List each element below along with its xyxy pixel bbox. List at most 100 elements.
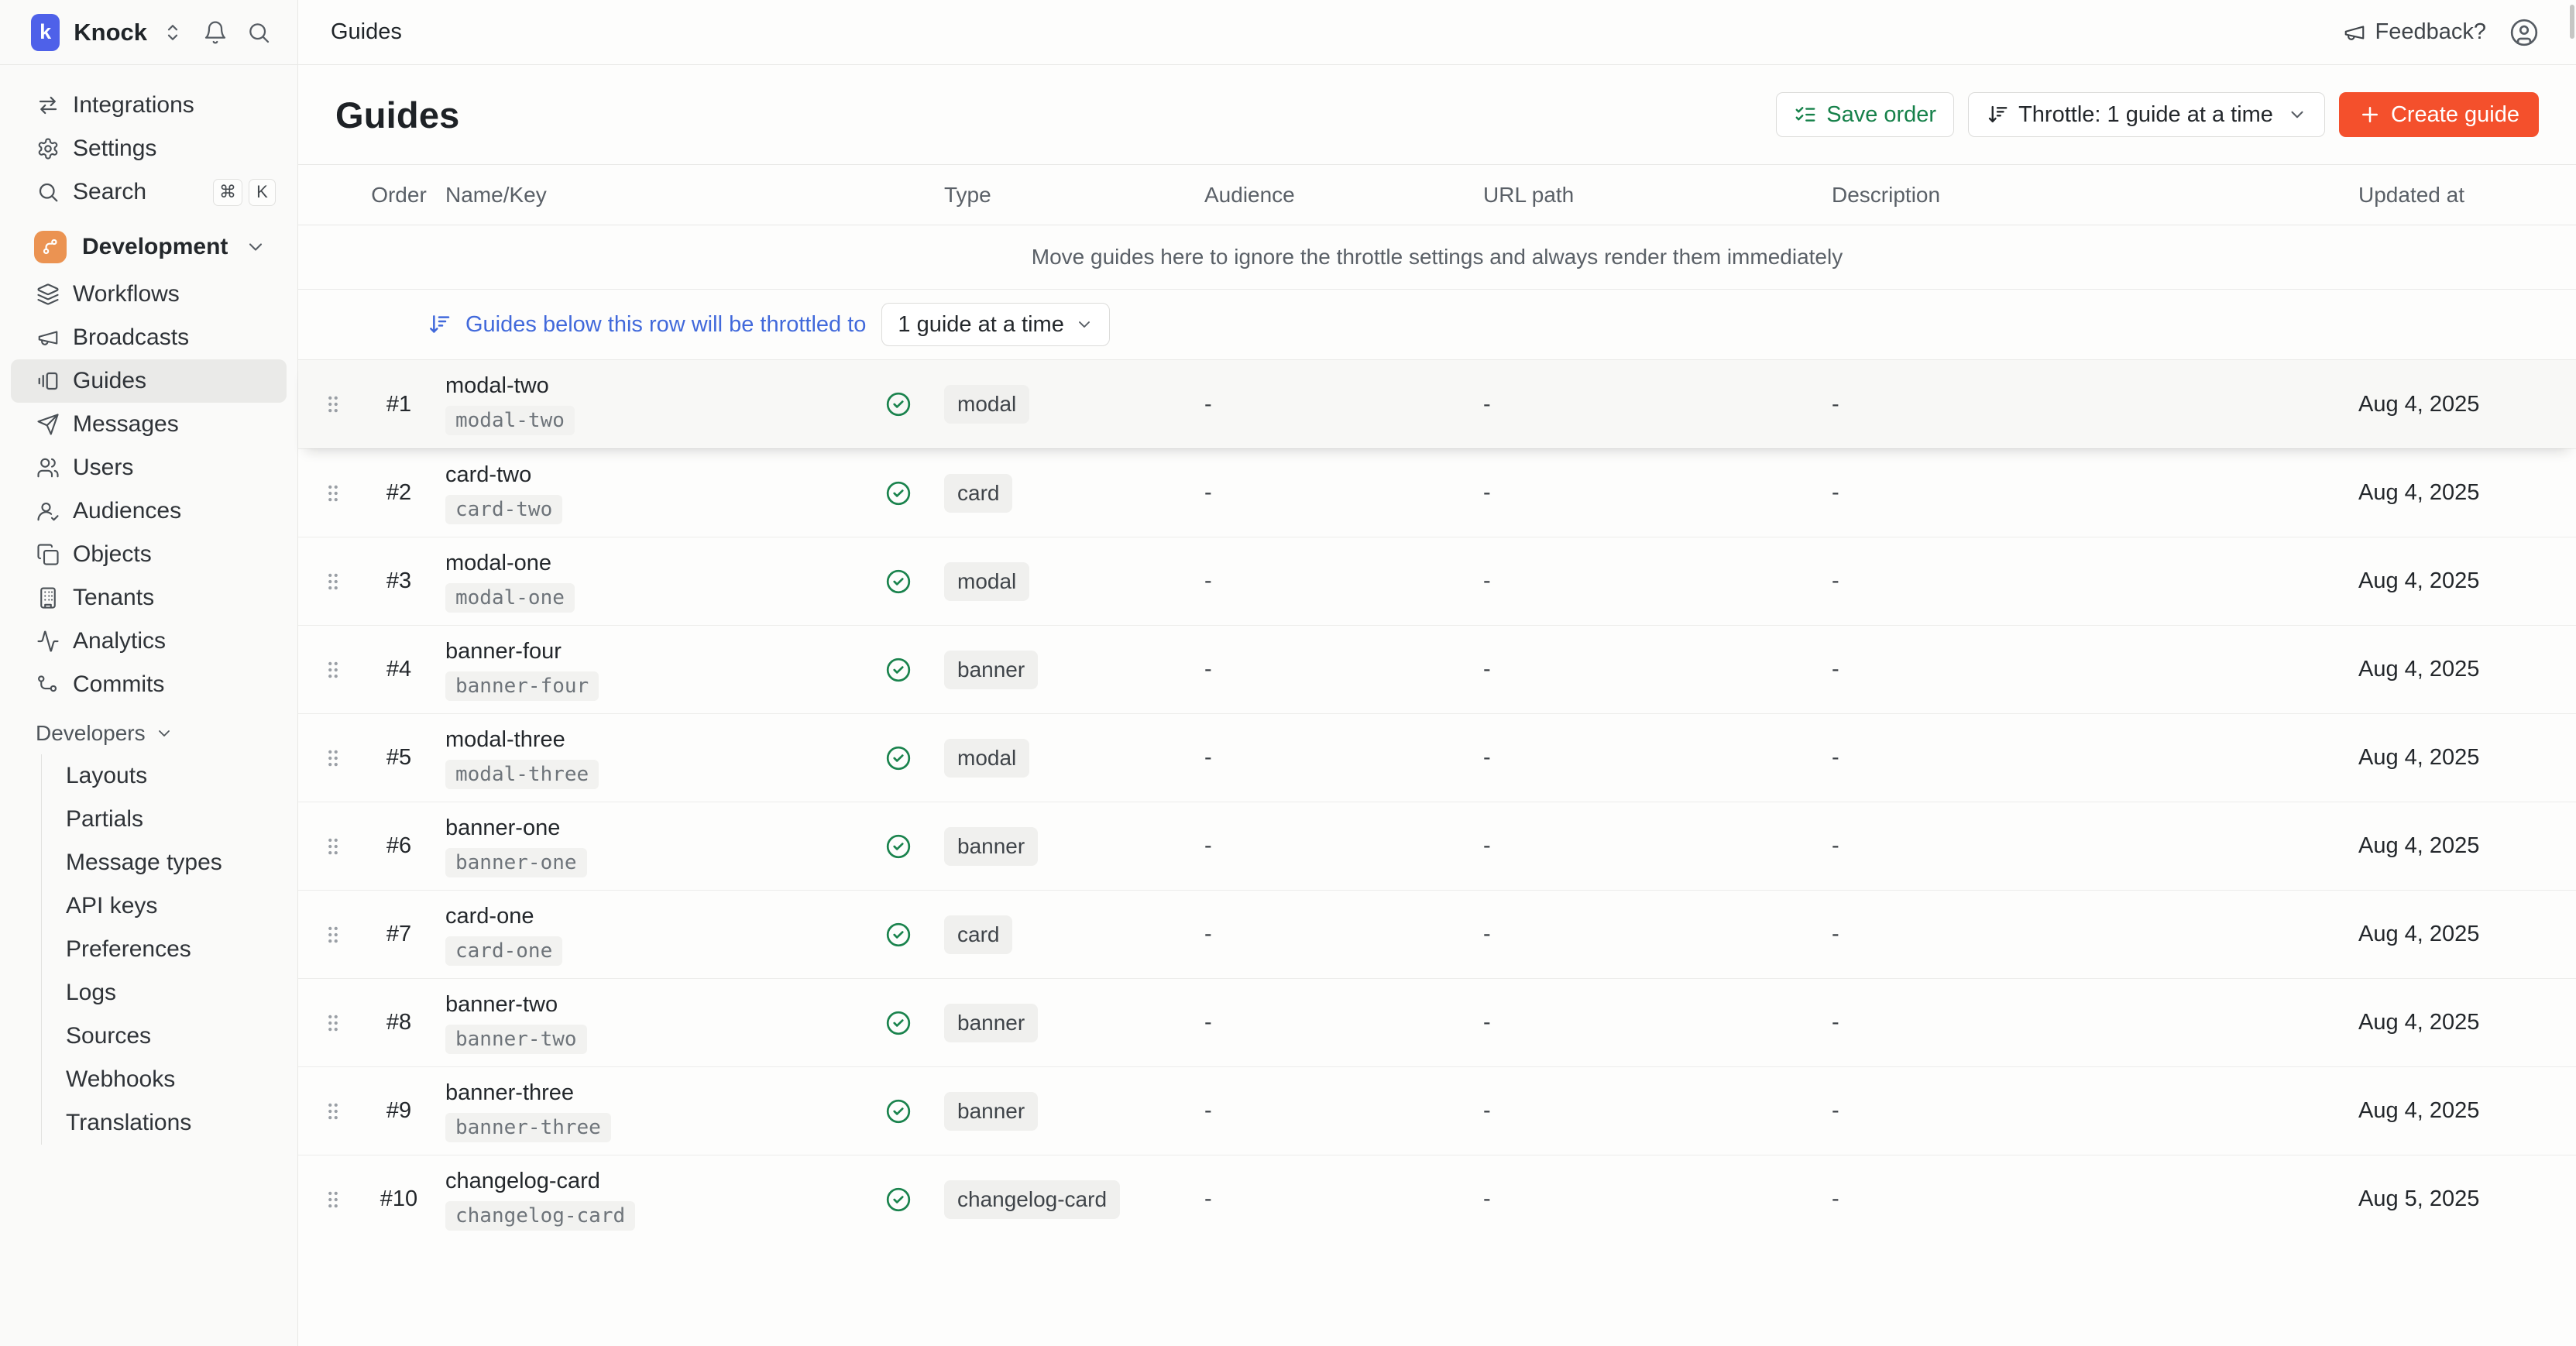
sidebar-item-settings[interactable]: Settings [0,127,297,170]
row-description: - [1816,1098,2343,1124]
drag-handle-icon[interactable] [321,482,345,505]
col-url-path: URL path [1468,183,1816,208]
table-row[interactable]: #3 modal-one modal-one modal - - - Aug 4… [298,537,2576,625]
table-row[interactable]: #6 banner-one banner-one banner - - - Au… [298,802,2576,890]
main-area: Guides Feedback? Guides [298,0,2576,1346]
row-type-badge: modal [944,739,1029,778]
active-check-icon [884,1186,912,1214]
row-audience: - [1189,480,1468,506]
environment-badge-icon [34,231,67,263]
drag-handle-icon[interactable] [321,1100,345,1123]
drag-handle-icon[interactable] [321,923,345,946]
table-row[interactable]: #1 modal-two modal-two modal - - - Aug 4… [298,360,2576,448]
sidebar-item-webhooks[interactable]: Webhooks [42,1058,297,1101]
sidebar-item-label: Analytics [73,628,166,654]
table-row[interactable]: #10 changelog-card changelog-card change… [298,1155,2576,1243]
row-audience: - [1189,657,1468,682]
sidebar-item-users[interactable]: Users [0,446,297,489]
table-row[interactable]: #9 banner-three banner-three banner - - … [298,1066,2576,1155]
sidebar-nav: Integrations Settings Search ⌘ K [0,65,297,1346]
name-key-cell: modal-two modal-two [430,373,864,435]
col-name-key: Name/Key [430,183,864,208]
row-audience: - [1189,833,1468,859]
sidebar-item-label: Messages [73,411,179,438]
sidebar-item-message-types[interactable]: Message types [42,841,297,884]
drag-handle-icon[interactable] [321,747,345,770]
drag-cell [298,1100,368,1123]
cmd-keycap: ⌘ [213,179,242,206]
drag-cell [298,658,368,682]
feedback-button[interactable]: Feedback? [2343,19,2487,45]
sidebar-item-logs[interactable]: Logs [42,971,297,1015]
sidebar-item-label: Guides [73,368,146,394]
sidebar-item-integrations[interactable]: Integrations [0,84,297,127]
drag-handle-icon[interactable] [321,835,345,858]
row-updated-at: Aug 4, 2025 [2343,568,2576,594]
sidebar-item-sources[interactable]: Sources [42,1015,297,1058]
sidebar-item-search[interactable]: Search ⌘ K [0,170,297,214]
row-url-path: - [1468,392,1816,417]
notifications-bell-icon[interactable] [203,20,228,45]
name-key-cell: changelog-card changelog-card [430,1169,864,1231]
scrollbar-thumb[interactable] [2570,5,2574,39]
drag-handle-icon[interactable] [321,1011,345,1035]
row-order: #4 [368,657,430,682]
throttle-value-dropdown[interactable]: 1 guide at a time [881,303,1109,346]
name-key-cell: banner-one banner-one [430,815,864,877]
row-description: - [1816,1186,2343,1212]
drag-handle-icon[interactable] [321,570,345,593]
sidebar-item-analytics[interactable]: Analytics [0,620,297,663]
sidebar-item-workflows[interactable]: Workflows [0,273,297,316]
sidebar-item-messages[interactable]: Messages [0,403,297,446]
drag-handle-icon[interactable] [321,658,345,682]
sidebar-item-guides[interactable]: Guides [11,359,287,403]
sidebar-item-layouts[interactable]: Layouts [42,754,297,798]
integrations-icon [36,94,60,117]
drag-handle-icon[interactable] [321,1188,345,1211]
sidebar-item-translations[interactable]: Translations [42,1101,297,1145]
sidebar-header: k Knock [0,0,297,65]
sidebar-item-label: Settings [73,136,156,162]
row-updated-at: Aug 5, 2025 [2343,1186,2576,1212]
user-avatar-icon[interactable] [2509,18,2539,47]
type-cell: card [933,474,1189,513]
table-row[interactable]: #4 banner-four banner-four banner - - - … [298,625,2576,713]
sidebar: k Knock Integrations [0,0,298,1346]
col-type: Type [933,183,1189,208]
sidebar-item-broadcasts[interactable]: Broadcasts [0,316,297,359]
name-key-cell: banner-two banner-two [430,992,864,1054]
search-icon[interactable] [246,20,271,45]
ignore-throttle-dropzone[interactable]: Move guides here to ignore the throttle … [298,225,2576,290]
user-check-icon [36,500,60,523]
developers-section-toggle[interactable]: Developers [0,712,297,754]
row-url-path: - [1468,1010,1816,1035]
throttle-divider-link[interactable]: Guides below this row will be throttled … [427,312,866,338]
row-key-badge: banner-one [445,848,587,877]
throttle-dropdown-button[interactable]: Throttle: 1 guide at a time [1968,92,2325,137]
save-order-button[interactable]: Save order [1776,92,1954,137]
table-row[interactable]: #8 banner-two banner-two banner - - - Au… [298,978,2576,1066]
sidebar-item-preferences[interactable]: Preferences [42,928,297,971]
chevron-down-icon [155,724,173,743]
type-cell: card [933,915,1189,954]
sidebar-item-audiences[interactable]: Audiences [0,489,297,533]
sidebar-item-commits[interactable]: Commits [0,663,297,706]
create-guide-button[interactable]: Create guide [2339,92,2539,137]
sidebar-item-tenants[interactable]: Tenants [0,576,297,620]
row-name: modal-two [445,373,549,399]
building-icon [36,586,60,609]
top-bar: Guides Feedback? [298,0,2576,65]
table-row[interactable]: #2 card-two card-two card - - - Aug 4, 2… [298,448,2576,537]
table-row[interactable]: #5 modal-three modal-three modal - - - A… [298,713,2576,802]
environment-switcher[interactable]: Development [0,221,297,273]
drag-cell [298,570,368,593]
row-name: modal-three [445,727,565,753]
row-order: #2 [368,480,430,506]
drag-handle-icon[interactable] [321,393,345,416]
workspace-switcher-icon[interactable] [161,21,184,44]
row-order: #3 [368,568,430,594]
table-row[interactable]: #7 card-one card-one card - - - Aug 4, 2… [298,890,2576,978]
sidebar-item-partials[interactable]: Partials [42,798,297,841]
sidebar-item-objects[interactable]: Objects [0,533,297,576]
sidebar-item-api-keys[interactable]: API keys [42,884,297,928]
